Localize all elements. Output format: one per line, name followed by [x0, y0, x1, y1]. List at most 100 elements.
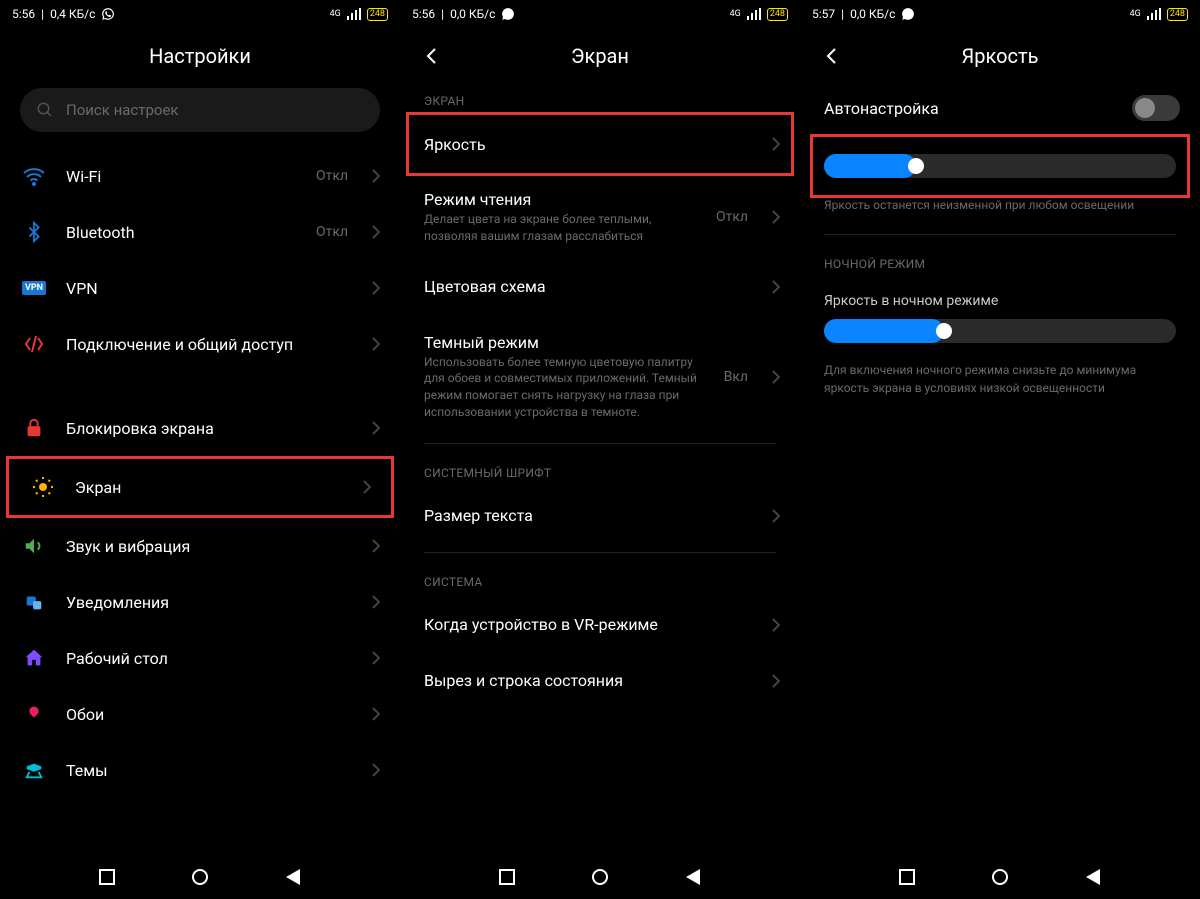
signal-icon — [747, 8, 761, 20]
home-icon — [20, 644, 48, 672]
row-label: Яркость — [424, 135, 754, 154]
settings-item-notifications[interactable]: Уведомления — [0, 574, 400, 630]
status-network: 4G — [1130, 9, 1141, 19]
chevron-right-icon — [372, 169, 380, 183]
nav-home-button[interactable] — [589, 866, 611, 888]
chevron-right-icon — [363, 480, 371, 494]
settings-item-vpn[interactable]: VPN VPN — [0, 260, 400, 316]
battery-icon: 248 — [367, 8, 388, 21]
nav-recent-button[interactable] — [96, 866, 118, 888]
header: Экран — [400, 28, 800, 80]
sound-icon — [20, 532, 48, 560]
section-label: СИСТЕМНЫЙ ШРИФТ — [400, 452, 800, 488]
settings-screen: 5:56 | 0,4 КБ/с 4G 248 Настройки Поиск н… — [0, 0, 400, 899]
display-item-dark-mode[interactable]: Темный режим Использовать более темную ц… — [400, 315, 800, 435]
row-subtitle: Использовать более темную цветовую палит… — [424, 354, 706, 421]
whatsapp-icon — [501, 7, 515, 21]
page-title: Экран — [444, 44, 756, 68]
row-value: Откл — [716, 209, 748, 225]
row-label: VPN — [66, 279, 354, 298]
nav-home-button[interactable] — [989, 866, 1011, 888]
nav-bar — [400, 855, 800, 899]
night-brightness-slider[interactable] — [824, 319, 1176, 343]
display-item-notch[interactable]: Вырез и строка состояния — [400, 653, 800, 709]
chevron-right-icon — [372, 539, 380, 553]
chevron-right-icon — [772, 210, 780, 224]
settings-item-bluetooth[interactable]: Bluetooth Откл — [0, 204, 400, 260]
share-icon — [20, 330, 48, 358]
section-label: НОЧНОЙ РЕЖИМ — [800, 243, 1200, 279]
status-time: 5:56 — [412, 7, 435, 21]
header: Настройки — [0, 28, 400, 80]
battery-icon: 248 — [1167, 8, 1188, 21]
section-label: ЭКРАН — [400, 80, 800, 116]
chevron-right-icon — [372, 595, 380, 609]
row-label: Рабочий стол — [66, 649, 354, 668]
search-input[interactable]: Поиск настроек — [20, 88, 380, 132]
row-label: Режим чтения — [424, 190, 698, 209]
chevron-right-icon — [372, 225, 380, 239]
status-bar: 5:56 | 0,4 КБ/с 4G 248 — [0, 0, 400, 28]
whatsapp-icon — [101, 7, 115, 21]
nav-recent-button[interactable] — [896, 866, 918, 888]
back-button[interactable] — [820, 44, 844, 68]
nav-bar — [800, 855, 1200, 899]
chevron-right-icon — [372, 707, 380, 721]
row-label: Вырез и строка состояния — [424, 671, 754, 690]
row-label: Обои — [66, 705, 354, 724]
chevron-right-icon — [772, 137, 780, 151]
display-item-text-size[interactable]: Размер текста — [400, 488, 800, 544]
chevron-right-icon — [372, 763, 380, 777]
caption: Яркость останется неизменной при любом о… — [800, 196, 1200, 226]
lock-icon — [20, 414, 48, 442]
row-label: Яркость в ночном режиме — [824, 293, 1180, 309]
chevron-right-icon — [372, 337, 380, 351]
row-value: Вкл — [724, 369, 748, 385]
chevron-right-icon — [772, 370, 780, 384]
nav-bar — [0, 855, 400, 899]
display-item-vr[interactable]: Когда устройство в VR-режиме — [400, 597, 800, 653]
status-time: 5:56 — [12, 7, 35, 21]
caption: Для включения ночного режима снизьте до … — [800, 361, 1200, 409]
row-label: Цветовая схема — [424, 277, 754, 296]
row-value: Откл — [316, 224, 348, 240]
chevron-right-icon — [772, 618, 780, 632]
settings-item-wallpaper[interactable]: Обои — [0, 686, 400, 742]
battery-icon: 248 — [767, 8, 788, 21]
nav-back-button[interactable] — [282, 866, 304, 888]
back-button[interactable] — [420, 44, 444, 68]
settings-item-tethering[interactable]: Подключение и общий доступ — [0, 316, 400, 372]
row-label: Экран — [75, 478, 345, 497]
settings-item-sound[interactable]: Звук и вибрация — [0, 518, 400, 574]
auto-brightness-toggle[interactable] — [1132, 95, 1180, 121]
display-item-color-scheme[interactable]: Цветовая схема — [400, 259, 800, 315]
settings-item-themes[interactable]: Темы — [0, 742, 400, 798]
whatsapp-icon — [901, 7, 915, 21]
vpn-icon: VPN — [20, 274, 48, 302]
display-item-reading[interactable]: Режим чтения Делает цвета на экране боле… — [400, 172, 800, 259]
wallpaper-icon — [20, 700, 48, 728]
chevron-right-icon — [372, 651, 380, 665]
bluetooth-icon — [20, 218, 48, 246]
row-label: Bluetooth — [66, 223, 298, 242]
settings-item-home[interactable]: Рабочий стол — [0, 630, 400, 686]
row-label: Темы — [66, 761, 354, 780]
status-speed: 0,0 КБ/с — [450, 7, 495, 21]
status-speed: 0,0 КБ/с — [850, 7, 895, 21]
themes-icon — [20, 756, 48, 784]
row-subtitle: Делает цвета на экране более теплыми, по… — [424, 211, 698, 245]
display-item-brightness[interactable]: Яркость — [400, 116, 800, 172]
brightness-item-auto[interactable]: Автонастройка — [800, 80, 1200, 136]
settings-item-lockscreen[interactable]: Блокировка экрана — [0, 400, 400, 456]
night-brightness-label-row: Яркость в ночном режиме — [800, 279, 1200, 315]
row-label: Wi-Fi — [66, 167, 298, 186]
brightness-slider[interactable] — [824, 154, 1176, 178]
settings-item-wifi[interactable]: Wi-Fi Откл — [0, 148, 400, 204]
nav-home-button[interactable] — [189, 866, 211, 888]
nav-recent-button[interactable] — [496, 866, 518, 888]
nav-back-button[interactable] — [1082, 866, 1104, 888]
nav-back-button[interactable] — [682, 866, 704, 888]
status-network: 4G — [330, 9, 341, 19]
notifications-icon — [20, 588, 48, 616]
settings-item-display[interactable]: Экран — [6, 456, 394, 518]
